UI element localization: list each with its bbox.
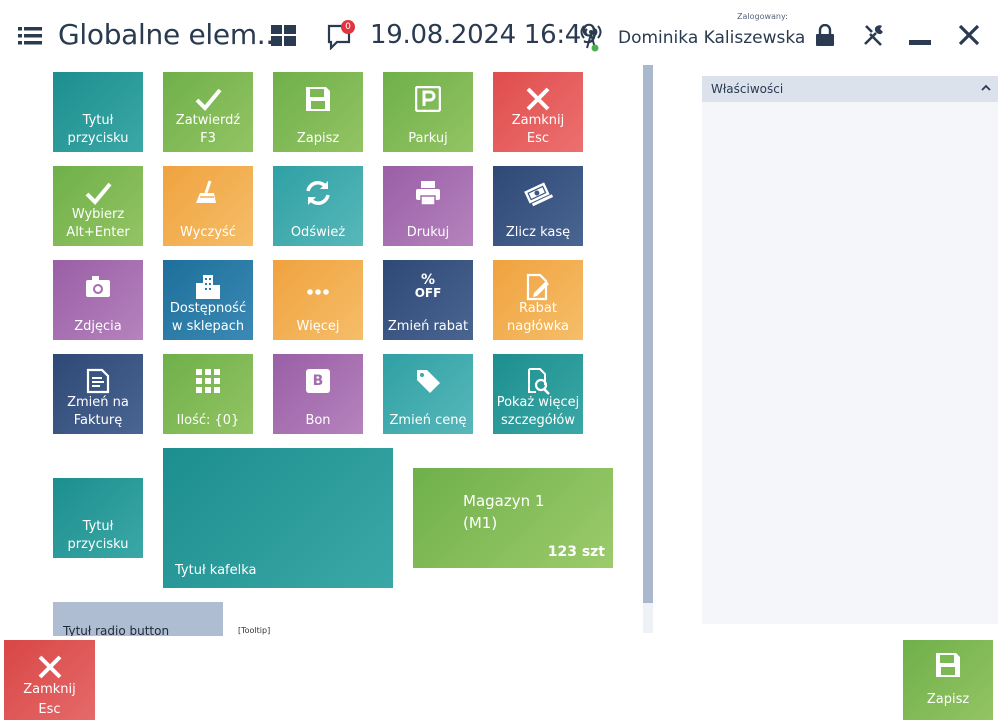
page-title: Globalne elem...: [58, 18, 283, 51]
tile-odśwież[interactable]: Odśwież: [273, 166, 363, 246]
tile-wybierz-alt-enter[interactable]: Wybierz Alt+Enter: [53, 166, 143, 246]
save-button[interactable]: Zapisz: [903, 640, 993, 720]
radio-button[interactable]: Tytuł radio button: [53, 602, 223, 636]
tile-zatwierdź-f3[interactable]: Zatwierdź F3: [163, 72, 253, 152]
tile-więcej[interactable]: Więcej: [273, 260, 363, 340]
tile-drukuj[interactable]: Drukuj: [383, 166, 473, 246]
voucher-letter: B: [306, 369, 330, 393]
close-button-label: Zamknij Esc: [23, 682, 76, 717]
tile-label: Parkuj: [408, 131, 448, 146]
notification-badge: 0: [341, 20, 355, 34]
tile-label: Tytuł przycisku: [67, 113, 129, 146]
buildings-icon: [193, 272, 223, 302]
grid-icon: [193, 366, 223, 396]
properties-panel: Właściwości: [702, 76, 998, 624]
printer-icon: [413, 178, 443, 208]
tile-zdjęcia[interactable]: Zdjęcia: [53, 260, 143, 340]
header: Globalne elem... 0 19.08.2024 16:49 Zalo…: [0, 0, 999, 66]
connection-status-icon: [580, 25, 602, 52]
money-icon: [523, 178, 553, 208]
broom-icon: [193, 178, 223, 208]
tile-label: Wybierz Alt+Enter: [66, 207, 130, 240]
tile-label: Zmień rabat: [387, 319, 469, 334]
tile-dostępność-w-sklepach[interactable]: Dostępność w sklepach: [163, 260, 253, 340]
tools-icon[interactable]: [862, 23, 886, 47]
properties-header[interactable]: Właściwości: [702, 76, 998, 102]
tile-rabat-nagłówka[interactable]: Rabat nagłówka: [493, 260, 583, 340]
tile-tytuł-przycisku[interactable]: Tytuł przycisku: [53, 72, 143, 152]
logged-in-label: Zalogowany:: [737, 12, 788, 21]
datetime: 19.08.2024 16:49: [370, 20, 598, 50]
camera-icon: [83, 272, 113, 302]
close-icon: [38, 655, 62, 679]
tile-zmień-rabat[interactable]: % OFF Zmień rabat: [383, 260, 473, 340]
voucher-icon: B: [303, 366, 333, 396]
save-button-label: Zapisz: [926, 692, 970, 707]
tag-icon: [413, 366, 443, 396]
tile-label: Zamknij Esc: [511, 113, 565, 146]
big-tile[interactable]: Tytuł kafelka: [163, 448, 393, 588]
tile-zamknij-esc[interactable]: Zamknij Esc: [493, 72, 583, 152]
tile-label: Zlicz kasę: [505, 225, 571, 240]
document-edit-icon: [523, 272, 553, 302]
check-icon: [83, 178, 113, 208]
tile-ilość-0[interactable]: Ilość: {0}: [163, 354, 253, 434]
tile-pokaż-więcej-szczegółów[interactable]: Pokaż więcej szczegółów: [493, 354, 583, 434]
tile-parkuj[interactable]: Parkuj: [383, 72, 473, 152]
minimize-button[interactable]: [909, 40, 931, 45]
tile-zmień-cenę[interactable]: Zmień cenę: [383, 354, 473, 434]
details-icon: [523, 366, 553, 396]
tile-label: Więcej: [296, 319, 340, 334]
tile-zlicz-kasę[interactable]: Zlicz kasę: [493, 166, 583, 246]
close-icon: [523, 84, 553, 114]
tooltip: [Tooltip]: [238, 626, 271, 635]
tile-label: Wyczyść: [180, 225, 236, 240]
tile-label: Pokaż więcej szczegółów: [496, 395, 580, 428]
tile-label: Rabat nagłówka: [506, 301, 569, 334]
scrollbar-track[interactable]: [643, 603, 653, 633]
stock-tile-name: Magazyn 1 (M1): [463, 492, 545, 532]
stock-tile[interactable]: Magazyn 1 (M1) 123 szt: [413, 468, 613, 568]
tile-zmień-na-fakturę[interactable]: Zmień na Fakturę: [53, 354, 143, 434]
save-icon: [936, 653, 960, 677]
big-tile-label: Tytuł kafelka: [175, 563, 257, 578]
tile-label: Drukuj: [406, 225, 450, 240]
tile-label: Zmień cenę: [389, 413, 467, 428]
chevron-up-icon[interactable]: [980, 81, 992, 95]
properties-title: Właściwości: [711, 82, 784, 96]
tile-zapisz[interactable]: Zapisz: [273, 72, 363, 152]
radio-button-label: Tytuł radio button: [63, 624, 170, 636]
stock-tile-qty: 123 szt: [547, 544, 605, 560]
tile-label: Zapisz: [296, 131, 340, 146]
tile-label: Zatwierdź F3: [175, 113, 241, 146]
tile-label: Bon: [305, 413, 331, 428]
refresh-icon: [303, 178, 333, 208]
close-window-icon[interactable]: [957, 23, 981, 47]
lock-icon[interactable]: [814, 24, 836, 46]
tiles-view-icon[interactable]: [271, 25, 296, 46]
tile-tytuł-przycisku[interactable]: Tytuł przycisku: [53, 478, 143, 558]
invoice-icon: [83, 366, 113, 396]
tile-wyczyść[interactable]: Wyczyść: [163, 166, 253, 246]
tile-label: Tytuł przycisku: [67, 519, 129, 552]
tile-label: Zdjęcia: [74, 319, 122, 334]
parking-icon: [413, 84, 443, 114]
save-icon: [303, 84, 333, 114]
user-name: Dominika Kaliszewska: [618, 28, 806, 48]
check-icon: [193, 84, 223, 114]
menu-icon[interactable]: [18, 27, 42, 45]
tile-label: Zmień na Fakturę: [67, 395, 129, 428]
tile-label: Dostępność w sklepach: [169, 301, 247, 334]
close-button[interactable]: Zamknij Esc: [4, 640, 95, 720]
percent-off-icon: % OFF: [413, 272, 443, 302]
tile-bon[interactable]: B Bon: [273, 354, 363, 434]
more-icon: [303, 272, 333, 302]
off-text: OFF: [414, 286, 442, 300]
tile-label: Odśwież: [290, 225, 346, 240]
notifications-button[interactable]: 0: [327, 20, 355, 51]
tile-label: Ilość: {0}: [176, 413, 240, 428]
scrollbar-thumb[interactable]: [643, 65, 653, 603]
